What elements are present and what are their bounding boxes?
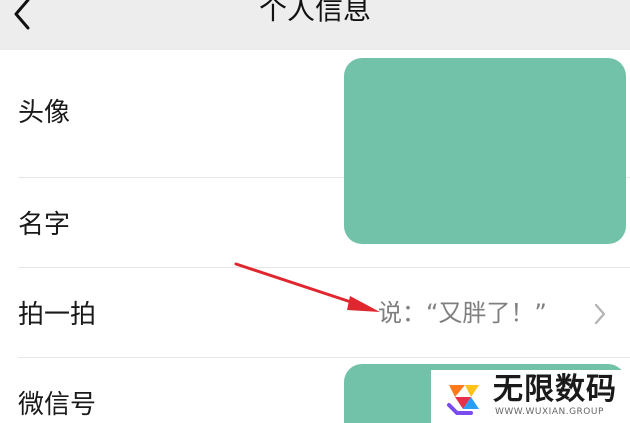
page-title: 个人信息 [258, 0, 371, 26]
watermark-brand: 无限数码 [493, 372, 617, 407]
watermark-url: WWW.WUXIAN.GROUP [495, 407, 604, 417]
nav-header: 个人信息 [0, 0, 630, 50]
watermark: 无限数码 WWW.WUXIAN.GROUP [431, 370, 630, 423]
row-label-name: 名字 [18, 210, 71, 240]
row-label-pat: 拍一拍 [18, 300, 97, 330]
row-label-avatar: 头像 [18, 98, 71, 128]
chevron-right-icon [594, 303, 606, 325]
wuxian-logo-icon [443, 377, 485, 419]
avatar-redaction-block [344, 58, 626, 244]
pat-value-text: 说：“又胖了！” [378, 299, 547, 327]
row-label-wechat-id: 微信号 [18, 390, 97, 420]
personal-info-screen: 个人信息 头像 名字 拍一拍 微信号 说：“又胖了！” 无限数码 WWW.WUX… [0, 0, 630, 423]
